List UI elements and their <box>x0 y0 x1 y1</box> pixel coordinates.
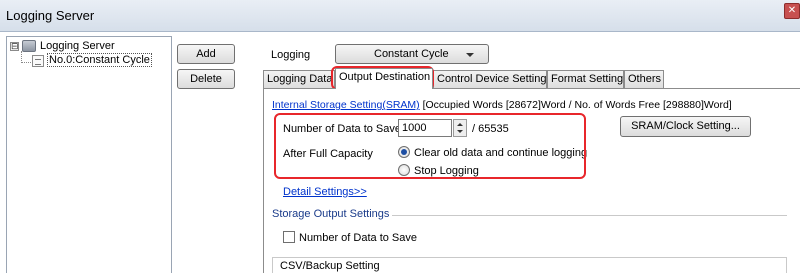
tab-format-setting[interactable]: Format Setting <box>547 70 624 88</box>
sram-highlight-box <box>274 113 586 179</box>
tree-item-label: Logging Server <box>40 40 115 52</box>
logging-mode-dropdown[interactable]: Constant Cycle <box>335 44 489 64</box>
tree-item-constant-cycle[interactable]: No.0:Constant Cycle <box>47 53 152 67</box>
collapse-icon[interactable]: ⊟ <box>10 42 19 51</box>
window-title: Logging Server <box>6 8 95 23</box>
tab-control-device-setting[interactable]: Control Device Setting <box>433 70 547 88</box>
server-icon <box>22 40 36 52</box>
sram-settings-link[interactable]: Internal Storage Setting(SRAM) <box>272 99 420 111</box>
tree-item-label: No.0:Constant Cycle <box>47 53 152 67</box>
add-button[interactable]: Add <box>177 44 235 64</box>
logging-label: Logging <box>271 49 311 61</box>
tab-others[interactable]: Others <box>624 70 664 88</box>
sram-info-line: Internal Storage Setting(SRAM) [Occupied… <box>272 99 732 111</box>
tab-output-destination[interactable]: Output Destination <box>335 68 433 89</box>
csv-backup-title: CSV/Backup Setting <box>278 260 382 272</box>
section-divider <box>392 215 787 216</box>
logging-mode-value: Constant Cycle <box>374 48 449 60</box>
sram-occupancy-text: [Occupied Words [28672]Word / No. of Wor… <box>419 99 732 111</box>
sram-clock-setting-button[interactable]: SRAM/Clock Setting... <box>620 116 751 137</box>
chevron-down-icon <box>466 53 474 57</box>
storage-num-data-checkbox[interactable] <box>283 231 295 243</box>
storage-output-title: Storage Output Settings <box>272 208 390 220</box>
storage-num-data-label[interactable]: Number of Data to Save <box>299 232 417 244</box>
title-bar: Logging Server ✕ <box>0 0 800 32</box>
tree-item-logging-server[interactable]: Logging Server <box>40 40 115 52</box>
tree-connector <box>21 62 31 63</box>
close-icon[interactable]: ✕ <box>784 3 800 19</box>
detail-settings-link[interactable]: Detail Settings>> <box>283 186 367 198</box>
logging-tree[interactable]: ⊟ Logging Server No.0:Constant Cycle <box>6 36 172 273</box>
tab-logging-data[interactable]: Logging Data <box>263 70 335 88</box>
delete-button[interactable]: Delete <box>177 69 235 89</box>
logging-entry-icon <box>32 55 44 67</box>
